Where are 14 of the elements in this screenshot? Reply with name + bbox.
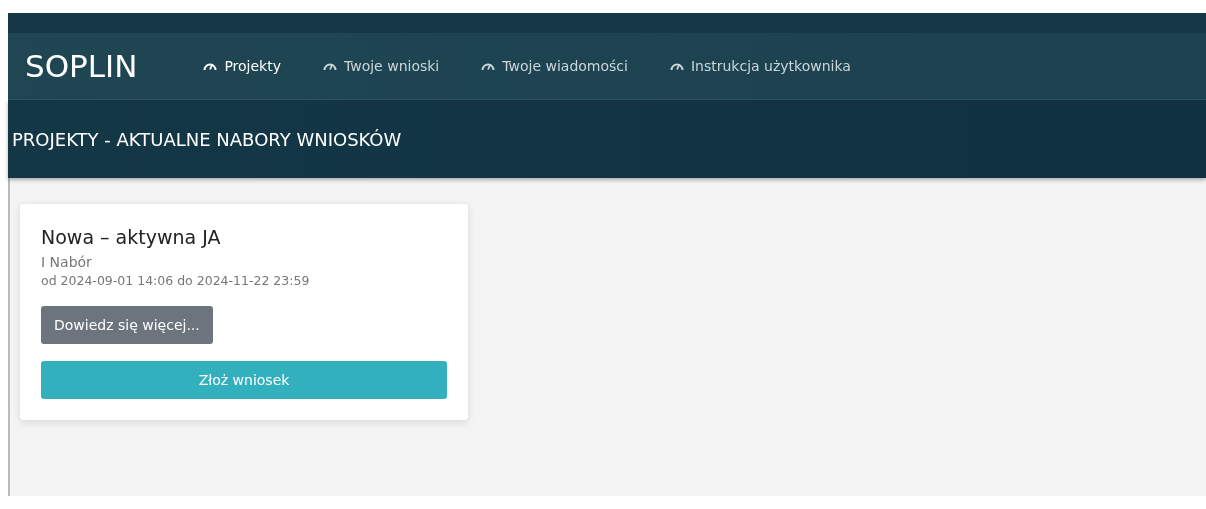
gauge-icon [323, 61, 337, 71]
page-title: PROJEKTY - AKTUALNE NABORY WNIOSKÓW [11, 128, 402, 150]
brand-logo[interactable]: SOPLIN [25, 48, 138, 84]
nav-link[interactable]: Instrukcja użytkownika [663, 54, 857, 78]
date-range: od 2024-09-01 14:06 do 2024-11-22 23:59 [41, 273, 311, 288]
gauge-icon [481, 61, 496, 71]
card-title: Nowa – aktywna JA [41, 226, 222, 248]
more-info-button[interactable]: Dowiedz się więcej... [41, 306, 213, 344]
nav-link[interactable]: Twoje wnioski [317, 54, 446, 78]
nav-link[interactable]: Projekty [197, 54, 287, 78]
card-subtitle: I Nabór [41, 254, 93, 270]
nav-link[interactable]: Twoje wiadomości [475, 54, 634, 78]
gauge-icon [203, 61, 218, 71]
gauge-icon [669, 61, 684, 71]
